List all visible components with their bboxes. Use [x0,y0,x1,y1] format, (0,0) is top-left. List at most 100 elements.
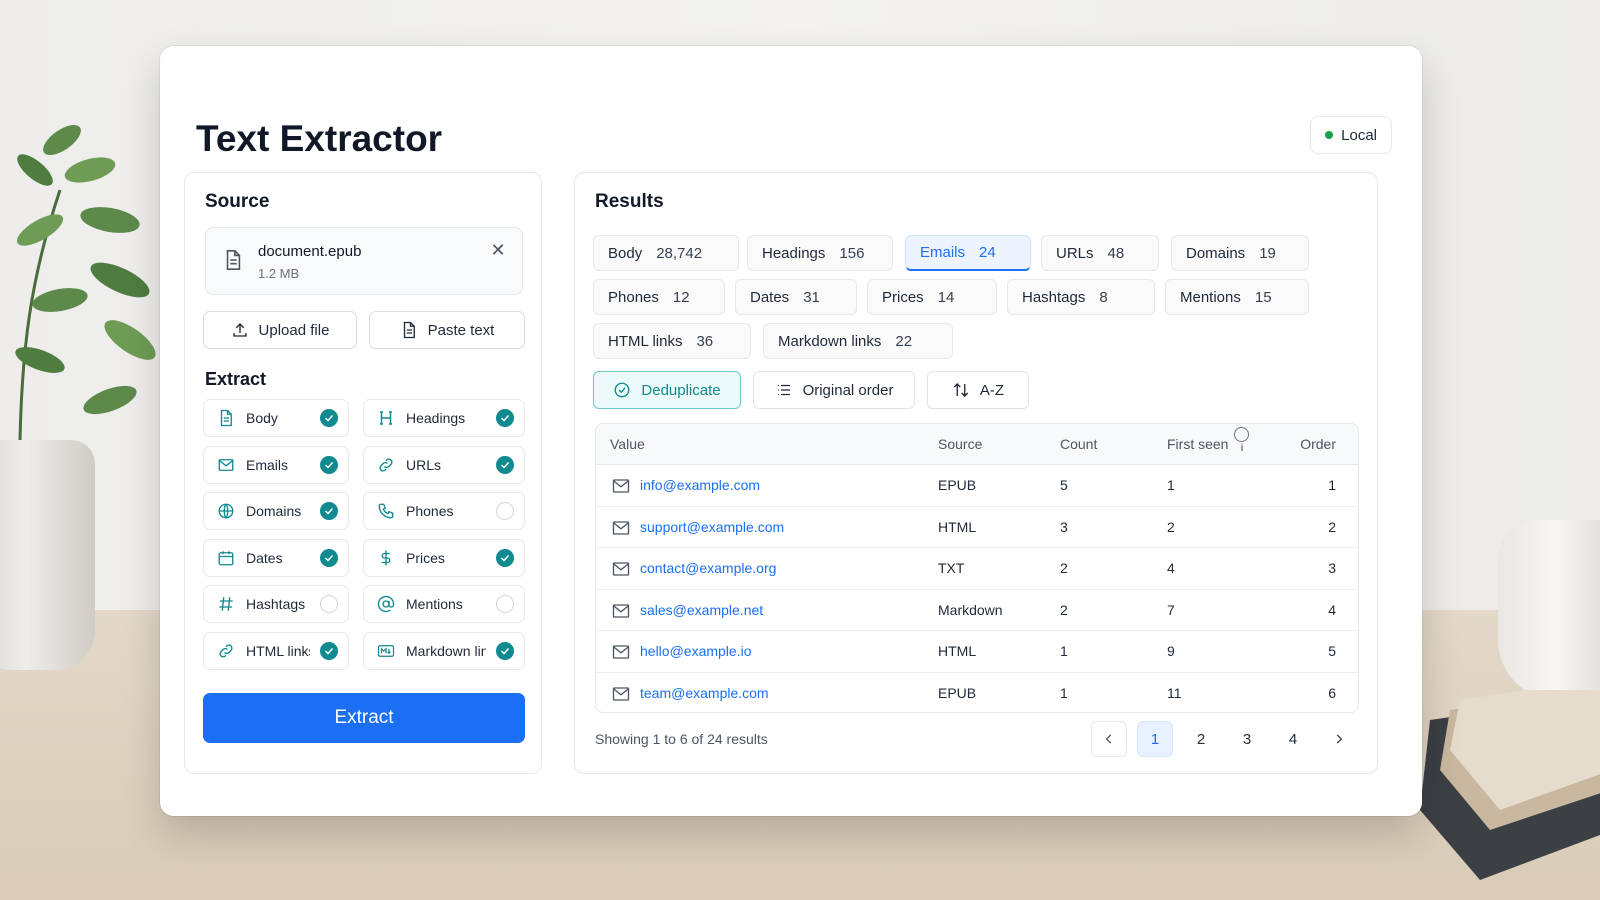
checked-icon[interactable] [496,409,514,427]
extract-option-urls[interactable]: URLs [363,445,525,484]
checked-icon[interactable] [320,641,338,660]
chip-count: 22 [895,332,913,350]
checked-icon[interactable] [496,548,514,567]
checked-icon[interactable] [496,641,514,660]
col-header-order[interactable]: Order [1300,424,1336,465]
original-order-label: Original order [802,381,894,399]
row-source: EPUB [938,477,977,493]
chip-count: 31 [803,288,820,306]
original-order-button[interactable]: Original order [753,371,915,409]
extract-option-domains[interactable]: Domains [203,492,349,530]
unchecked-icon[interactable] [496,502,514,520]
chip-markdown-links[interactable]: Markdown links 22 [763,323,953,359]
hash-icon [216,594,236,614]
checked-icon[interactable] [496,455,514,474]
file-card: document.epub 1.2 MB ✕ [205,227,523,295]
extract-option-hashtags[interactable]: Hashtags [203,585,349,623]
prev-page-chevron-icon[interactable] [1091,721,1127,757]
row-count: 1 [1060,643,1068,659]
browser-window: Text Extractor Local Source document.epu… [160,46,1422,816]
next-page-chevron-icon[interactable] [1321,721,1357,757]
chip-label: Phones [608,288,659,306]
chip-label: Prices [882,288,924,306]
paste-text-button[interactable]: Paste text [369,311,525,349]
col-header-first-seen[interactable]: First seen i [1167,424,1250,465]
extract-option-dates[interactable]: Dates [203,538,349,577]
row-source: TXT [938,560,965,576]
checked-icon[interactable] [320,455,338,474]
paste-text-label: Paste text [427,321,495,339]
phone-icon [376,501,396,521]
table-row[interactable]: info@example.com EPUB 5 1 1 [596,465,1358,507]
table-row[interactable]: contact@example.org TXT 2 4 3 [596,548,1358,590]
chip-html-links[interactable]: HTML links 36 [593,323,751,359]
extract-option-prices[interactable]: Prices [363,538,525,577]
page-button-2[interactable]: 2 [1183,721,1219,757]
page-button-1[interactable]: 1 [1137,721,1173,757]
page-button-4[interactable]: 4 [1275,721,1311,757]
row-first-seen: 4 [1167,560,1175,576]
checked-icon[interactable] [320,409,338,427]
results-heading: Results [595,191,664,212]
row-value-link[interactable]: hello@example.io [640,631,752,672]
list-icon [777,384,790,396]
col-header-value[interactable]: Value [610,424,645,465]
extract-option-headings[interactable]: Headings [363,399,525,437]
chip-mentions[interactable]: Mentions 15 [1165,279,1309,315]
table-row[interactable]: team@example.com EPUB 1 11 6 [596,673,1358,713]
row-value-link[interactable]: info@example.com [640,465,760,506]
chip-phones[interactable]: Phones 12 [593,279,725,315]
chip-dates[interactable]: Dates 31 [735,279,857,315]
source-heading: Source [205,191,270,212]
row-value-link[interactable]: support@example.com [640,507,784,548]
extract-option-mentions[interactable]: Mentions [363,585,525,623]
table-row[interactable]: hello@example.io HTML 1 9 5 [596,631,1358,673]
extract-option-body[interactable]: Body [203,399,349,437]
chip-label: Domains [1186,244,1246,262]
extract-option-label: Markdown links [406,642,486,659]
chip-count: 14 [937,288,955,306]
upload-file-button[interactable]: Upload file [203,311,357,349]
chip-urls[interactable]: URLs 48 [1041,235,1159,271]
row-value-link[interactable]: contact@example.org [640,548,776,589]
row-value-link[interactable]: sales@example.net [640,590,763,631]
chip-emails[interactable]: Emails 24 [905,235,1031,271]
unchecked-icon[interactable] [496,595,514,613]
sort-az-button[interactable]: A-Z [927,371,1029,409]
extract-button[interactable]: Extract [203,693,525,743]
row-order: 3 [1328,560,1336,576]
chip-body[interactable]: Body 28,742 [593,235,739,271]
col-header-source[interactable]: Source [938,424,982,465]
deduplicate-toggle[interactable]: Deduplicate [593,371,741,409]
extract-option-phones[interactable]: Phones [363,492,525,530]
row-first-seen: 7 [1167,601,1175,618]
chip-hashtags[interactable]: Hashtags 8 [1007,279,1155,315]
checked-icon[interactable] [320,502,338,520]
table-row[interactable]: sales@example.net Markdown 2 7 4 [596,590,1358,631]
page-button-3[interactable]: 3 [1229,721,1265,757]
extract-option-markdown-links[interactable]: Markdown links [363,631,525,670]
chip-domains[interactable]: Domains 19 [1171,235,1309,271]
local-status-badge[interactable]: Local [1310,116,1392,154]
info-icon[interactable]: i [1234,427,1250,454]
extract-option-label: Hashtags [246,596,306,612]
extract-option-emails[interactable]: Emails [203,445,349,484]
extract-option-label: Headings [406,410,466,426]
row-count: 1 [1060,684,1068,701]
calendar-icon [216,548,236,568]
link-icon [376,455,396,475]
remove-file-close-icon[interactable]: ✕ [488,240,508,260]
extract-option-label: HTML links [246,642,310,659]
extract-option-html-links[interactable]: HTML links [203,631,349,670]
chip-prices[interactable]: Prices 14 [867,279,997,315]
unchecked-icon[interactable] [320,595,338,613]
chip-label: Markdown links [778,332,882,350]
chip-label: Hashtags [1022,288,1086,306]
chip-headings[interactable]: Headings 156 [747,235,893,271]
table-row[interactable]: support@example.com HTML 3 2 2 [596,507,1358,548]
chip-label: Dates [750,288,790,306]
col-header-count[interactable]: Count [1060,424,1097,465]
checked-icon[interactable] [320,548,338,567]
table-body: info@example.com EPUB 5 1 1 support@example.c… [596,465,1358,713]
row-value-link[interactable]: team@example.com [640,673,769,713]
